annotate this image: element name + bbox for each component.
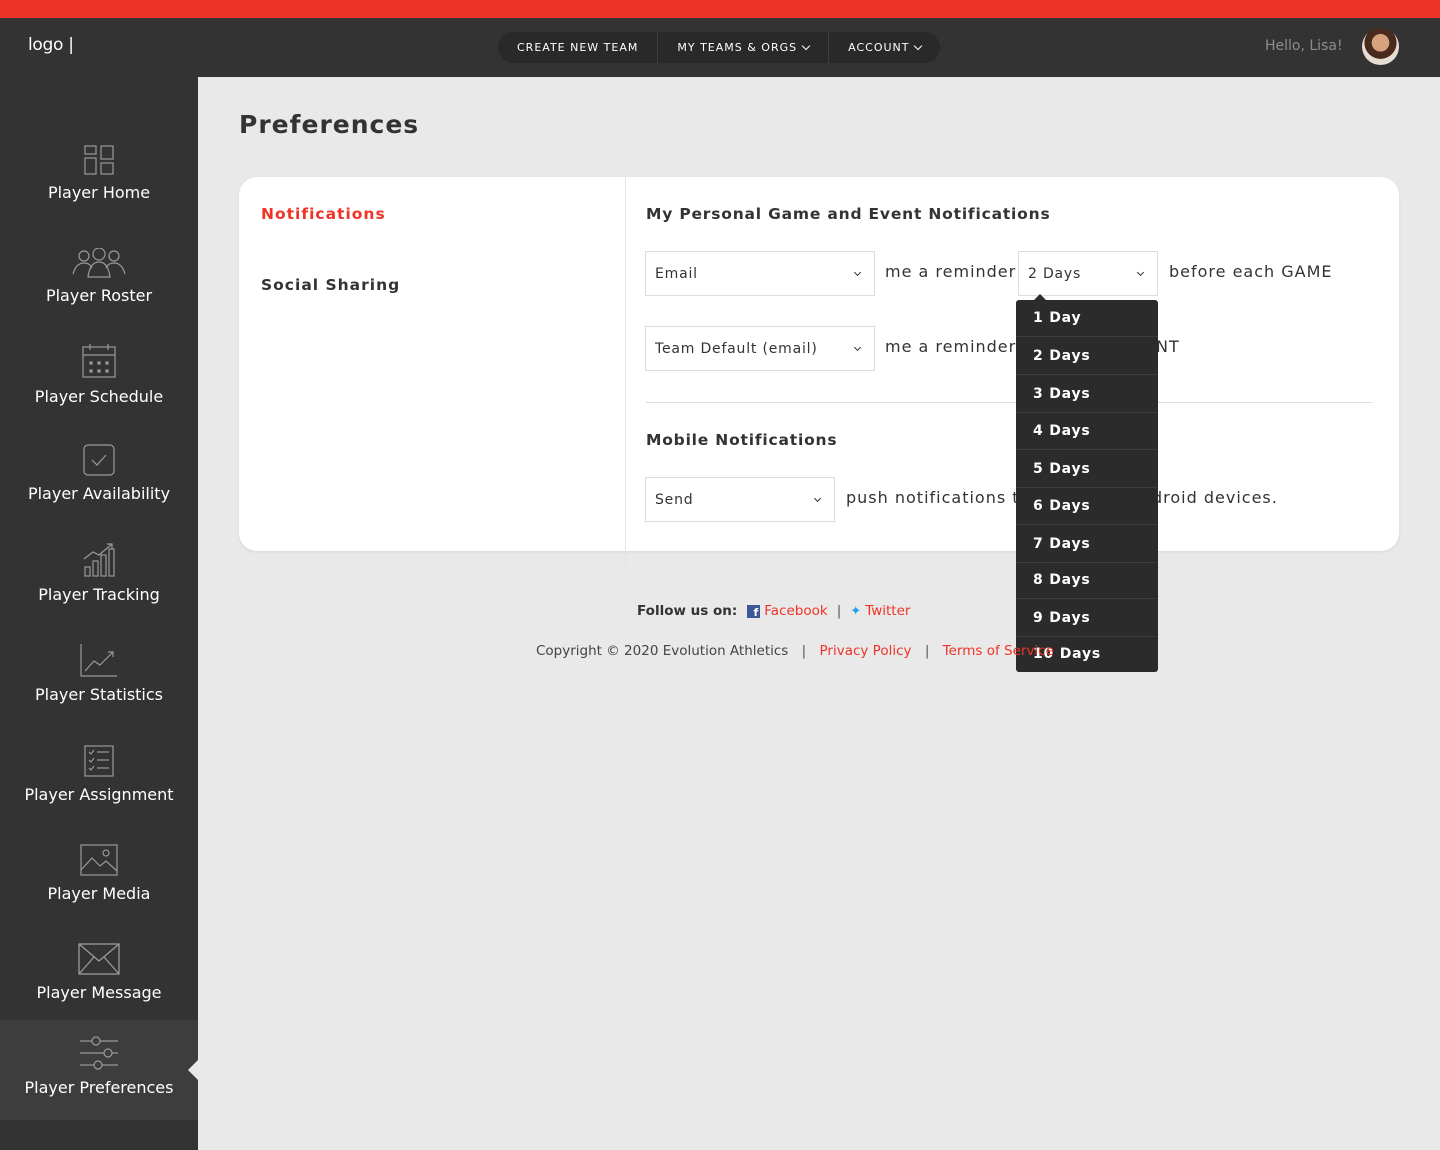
facebook-icon: f — [747, 604, 761, 619]
nav-account[interactable]: ACCOUNT — [829, 32, 940, 63]
sidebar-item-label: Player Tracking — [38, 585, 160, 604]
sidebar-item-player-assignment[interactable]: Player Assignment — [0, 745, 198, 804]
push-notifications-select[interactable]: Send — [645, 477, 835, 522]
select-value: Send — [655, 491, 694, 508]
checklist-icon — [84, 745, 114, 777]
envelope-icon — [78, 943, 120, 975]
nav-create-new-team[interactable]: CREATE NEW TEAM — [498, 32, 659, 63]
separator: | — [801, 643, 807, 659]
sidebar-item-label: Player Roster — [45, 286, 153, 305]
tab-notifications[interactable]: Notifications — [261, 205, 386, 223]
page-title: Preferences — [239, 110, 420, 139]
twitter-icon: ✦ — [850, 603, 862, 619]
image-icon — [80, 844, 118, 876]
preferences-card: Notifications Social Sharing My Personal… — [239, 177, 1399, 567]
before-game-text: before each GAME — [1169, 262, 1333, 281]
terms-of-service-link[interactable]: Terms of Service — [943, 643, 1054, 659]
tab-social-sharing[interactable]: Social Sharing — [261, 276, 400, 294]
sidebar-item-label: Player Assignment — [24, 785, 174, 804]
copyright-text: Copyright © 2020 Evolution Athletics — [536, 643, 789, 659]
sidebar-item-player-home[interactable]: Player Home — [0, 145, 198, 202]
checkbox-icon — [83, 444, 115, 476]
reminder-text: me a reminder — [885, 337, 1017, 356]
chevron-down-icon — [914, 41, 923, 50]
chevron-down-icon — [813, 494, 822, 503]
app-header: logo | CREATE NEW TEAM MY TEAMS & ORGS A… — [0, 18, 1440, 77]
bar-chart-icon — [83, 543, 115, 577]
separator: | — [836, 603, 842, 619]
reminder-text: me a reminder — [885, 262, 1017, 281]
dropdown-option[interactable]: 4 Days — [1016, 413, 1158, 450]
separator: | — [924, 643, 930, 659]
section-divider — [646, 402, 1372, 403]
chevron-down-icon — [853, 343, 862, 352]
dashboard-icon — [84, 145, 114, 175]
facebook-link[interactable]: Facebook — [764, 603, 827, 619]
sidebar-item-label: Player Availability — [27, 484, 171, 503]
nav-my-teams-orgs[interactable]: MY TEAMS & ORGS — [658, 32, 830, 63]
calendar-icon — [82, 344, 116, 378]
chevron-down-icon — [1136, 268, 1145, 277]
sidebar: Player Home Player Roster Player Schedul… — [0, 77, 198, 1150]
reminder-method-select-event[interactable]: Team Default (email) — [645, 326, 875, 371]
chevron-down-icon — [853, 268, 862, 277]
push-text: push notifications to — [846, 488, 1031, 507]
nav-label: ACCOUNT — [848, 41, 910, 54]
personal-notifications-title: My Personal Game and Event Notifications — [646, 205, 1051, 223]
greeting: Hello, Lisa! — [1265, 38, 1343, 54]
follow-label: Follow us on: — [637, 603, 738, 619]
nav-label: MY TEAMS & ORGS — [677, 41, 798, 54]
trend-line-icon — [80, 644, 117, 677]
active-indicator — [188, 1060, 198, 1080]
dropdown-option[interactable]: 5 Days — [1016, 451, 1158, 488]
dropdown-option[interactable]: 3 Days — [1016, 376, 1158, 413]
sidebar-item-player-preferences[interactable]: Player Preferences — [0, 1020, 198, 1120]
sidebar-item-player-statistics[interactable]: Player Statistics — [0, 643, 198, 704]
follow-us: Follow us on: f Facebook | ✦ Twitter — [637, 603, 910, 619]
sidebar-item-player-message[interactable]: Player Message — [0, 943, 198, 1002]
select-value: Email — [655, 265, 698, 282]
reminder-days-select-game[interactable]: 2 Days — [1018, 251, 1158, 296]
card-divider — [625, 177, 626, 567]
nav-label: CREATE NEW TEAM — [517, 41, 639, 54]
copyright-line: Copyright © 2020 Evolution Athletics | P… — [536, 643, 1054, 659]
dropdown-option[interactable]: 1 Day — [1016, 300, 1158, 337]
top-accent-bar — [0, 0, 1440, 18]
sidebar-item-player-roster[interactable]: Player Roster — [0, 248, 198, 305]
mobile-notifications-title: Mobile Notifications — [646, 431, 838, 449]
dropdown-option[interactable]: 2 Days — [1016, 338, 1158, 375]
sidebar-item-label: Player Media — [47, 884, 151, 903]
group-icon — [72, 248, 126, 278]
devices-text: droid devices. — [1152, 488, 1278, 507]
before-event-text: NT — [1156, 337, 1180, 356]
dropdown-option[interactable]: 8 Days — [1016, 562, 1158, 599]
chevron-down-icon — [801, 41, 811, 50]
reminder-method-select-game[interactable]: Email — [645, 251, 875, 296]
logo[interactable]: logo | — [28, 35, 74, 55]
select-value: Team Default (email) — [655, 340, 818, 357]
days-dropdown-menu: 1 Day 2 Days 3 Days 4 Days 5 Days 6 Days… — [1016, 294, 1158, 672]
select-value: 2 Days — [1028, 265, 1082, 282]
sliders-icon — [80, 1036, 118, 1070]
sidebar-item-label: Player Statistics — [34, 685, 163, 704]
avatar[interactable] — [1362, 28, 1399, 65]
sidebar-item-label: Player Message — [36, 983, 162, 1002]
sidebar-item-label: Player Preferences — [24, 1078, 174, 1097]
sidebar-item-player-media[interactable]: Player Media — [0, 844, 198, 903]
sidebar-item-label: Player Schedule — [34, 387, 164, 406]
dropdown-option[interactable]: 9 Days — [1016, 600, 1158, 637]
twitter-link[interactable]: Twitter — [865, 603, 910, 619]
dropdown-option[interactable]: 6 Days — [1016, 488, 1158, 525]
sidebar-item-player-schedule[interactable]: Player Schedule — [0, 343, 198, 406]
main-nav: CREATE NEW TEAM MY TEAMS & ORGS ACCOUNT — [498, 32, 941, 63]
sidebar-item-player-tracking[interactable]: Player Tracking — [0, 543, 198, 604]
sidebar-item-player-availability[interactable]: Player Availability — [0, 444, 198, 503]
dropdown-option[interactable]: 7 Days — [1016, 526, 1158, 563]
privacy-policy-link[interactable]: Privacy Policy — [820, 643, 912, 659]
sidebar-item-label: Player Home — [47, 183, 151, 202]
